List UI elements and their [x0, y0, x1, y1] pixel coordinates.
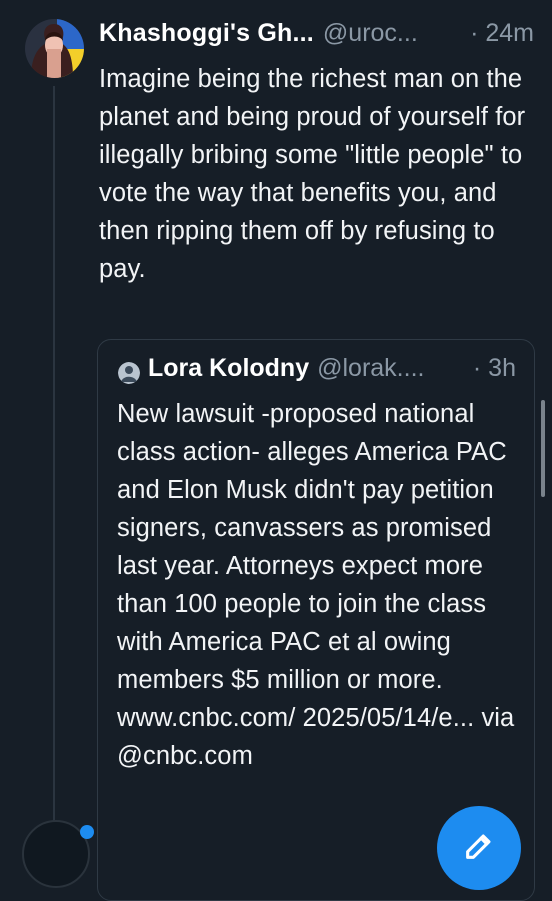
quote-text: New lawsuit -proposed national class act… [117, 400, 515, 770]
author-name[interactable]: Khashoggi's Gh... [99, 19, 314, 48]
post-text: Imagine being the richest man on the pla… [99, 65, 526, 283]
quote-author-handle: @lorak.... [317, 354, 425, 382]
quote-author-name: Lora Kolodny [148, 354, 310, 382]
quote-header: Lora Kolodny @lorak.... · 3h [148, 354, 516, 383]
scrollbar[interactable] [541, 400, 545, 497]
quote-time: · 3h [472, 354, 516, 382]
unread-dot [80, 825, 94, 839]
quote-avatar [118, 362, 140, 384]
compose-pen-icon [462, 829, 496, 868]
post-header: Khashoggi's Gh... @uroc... · 24m [99, 19, 534, 55]
compose-button[interactable] [437, 806, 521, 890]
thread-line [53, 86, 55, 826]
author-handle[interactable]: @uroc... [323, 19, 418, 48]
post-time[interactable]: · 24m [470, 19, 534, 48]
avatar[interactable] [25, 19, 84, 78]
